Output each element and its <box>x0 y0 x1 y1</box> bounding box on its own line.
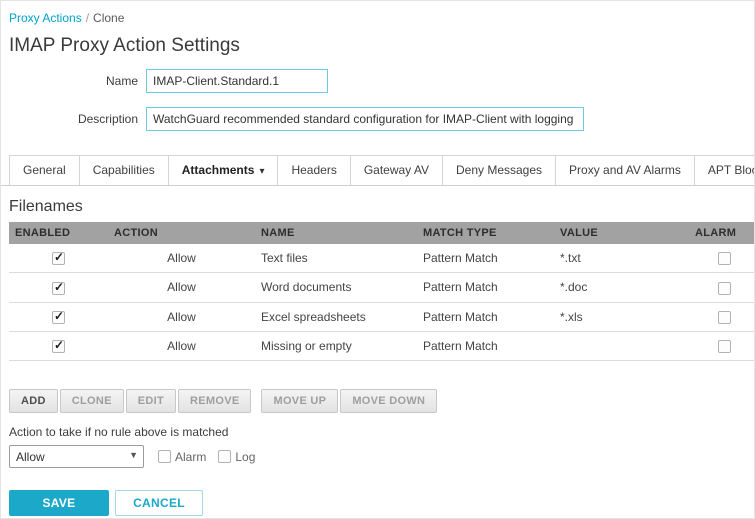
cell-match-type: Pattern Match <box>417 302 554 332</box>
default-action-label: Action to take if no rule above is match… <box>9 425 229 440</box>
column-header-value: VALUE <box>554 222 689 244</box>
default-alarm-label: Alarm <box>175 449 207 464</box>
tab-apt-blocker[interactable]: APT Blocker <box>694 155 754 185</box>
column-header-alarm: ALARM <box>689 222 754 244</box>
alarm-checkbox-cell <box>689 244 754 274</box>
table-row[interactable]: Allow Missing or empty Pattern Match <box>9 331 754 362</box>
column-header-match-type: MATCH TYPE <box>417 222 554 244</box>
table-row[interactable]: Allow Word documents Pattern Match *.doc <box>9 272 754 303</box>
name-input[interactable] <box>146 69 328 93</box>
default-log-group: Log <box>218 450 255 464</box>
tab-label: Attachments <box>181 163 255 177</box>
cell-name: Missing or empty <box>255 331 417 362</box>
tab-attachments[interactable]: Attachments ▾ <box>168 155 279 185</box>
chevron-down-icon: ▾ <box>259 166 265 177</box>
section-title-filenames: Filenames <box>9 198 83 215</box>
move-up-button[interactable]: MOVE UP <box>261 389 339 414</box>
page-title: IMAP Proxy Action Settings <box>9 35 240 56</box>
alarm-checkbox-cell <box>689 302 754 332</box>
cell-match-type: Pattern Match <box>417 244 554 274</box>
tab-label: Gateway AV <box>363 163 429 177</box>
name-row: Name <box>1 69 754 93</box>
default-action-select[interactable]: Allow <box>9 445 144 469</box>
edit-button[interactable]: EDIT <box>125 389 176 414</box>
column-header-enabled: ENABLED <box>9 222 108 244</box>
cell-action: Allow <box>108 331 255 362</box>
breadcrumb-separator: / <box>85 11 90 25</box>
table-header: ENABLEDACTIONNAMEMATCH TYPEVALUEALARMLOG <box>9 222 754 244</box>
alarm-checkbox-cell <box>689 331 754 362</box>
tab-label: Headers <box>291 163 337 177</box>
cell-name: Excel spreadsheets <box>255 302 417 332</box>
default-alarm-group: Alarm <box>158 450 206 464</box>
cell-name: Word documents <box>255 272 417 303</box>
column-header-action: ACTION <box>108 222 255 244</box>
enabled-checkbox[interactable] <box>52 280 65 295</box>
alarm-checkbox-cell <box>689 272 754 303</box>
cell-value: *.txt <box>554 244 689 274</box>
column-header-name: NAME <box>255 222 417 244</box>
tab-label: Proxy and AV Alarms <box>569 163 681 177</box>
rule-toolbar: ADD CLONE EDIT REMOVE MOVE UP MOVE DOWN <box>9 389 754 414</box>
tab-label: Deny Messages <box>455 163 543 177</box>
description-label: Description <box>77 112 138 126</box>
cancel-button[interactable]: CANCEL <box>115 490 203 517</box>
remove-button[interactable]: REMOVE <box>178 389 252 414</box>
enabled-checkbox[interactable] <box>52 309 65 324</box>
enabled-checkbox-cell <box>9 272 108 303</box>
save-button[interactable]: SAVE <box>9 490 109 517</box>
tab-label: APT Blocker <box>707 163 754 177</box>
name-label: Name <box>105 74 138 88</box>
cell-match-type: Pattern Match <box>417 272 554 303</box>
cell-value: *.doc <box>554 272 689 303</box>
tab-capabilities[interactable]: Capabilities <box>79 155 169 185</box>
footer-actions: SAVE CANCEL <box>9 490 754 517</box>
tab-general[interactable]: General <box>9 155 80 185</box>
cell-action: Allow <box>108 244 255 274</box>
enabled-checkbox-cell <box>9 244 108 274</box>
enabled-checkbox-cell <box>9 302 108 332</box>
settings-form: Name Description <box>1 69 754 131</box>
tab-deny-messages[interactable]: Deny Messages <box>442 155 557 185</box>
description-row: Description <box>1 107 754 131</box>
default-log-label: Log <box>235 449 256 464</box>
default-action-row: Allow ▼ Alarm Log <box>9 445 754 469</box>
alarm-checkbox[interactable] <box>717 252 731 266</box>
breadcrumb-current: Clone <box>93 11 125 25</box>
tab-bar: General Capabilities Attachments ▾ Headers Ga… <box>1 155 754 186</box>
cell-value: *.xls <box>554 302 689 332</box>
table-body: Allow Text files Pattern Match *.txt Allow Wo… <box>9 244 754 362</box>
default-alarm-checkbox[interactable] <box>158 450 171 464</box>
tab-label: General <box>23 163 66 177</box>
add-button[interactable]: ADD <box>9 389 58 414</box>
cell-value <box>554 331 689 362</box>
alarm-checkbox[interactable] <box>717 340 731 354</box>
tab-proxy-and-av-alarms[interactable]: Proxy and AV Alarms <box>556 155 695 185</box>
cell-action: Allow <box>108 302 255 332</box>
filenames-table: ENABLEDACTIONNAMEMATCH TYPEVALUEALARMLOG… <box>9 222 754 362</box>
table-row[interactable]: Allow Text files Pattern Match *.txt <box>9 244 754 274</box>
alarm-checkbox[interactable] <box>717 281 731 295</box>
cell-action: Allow <box>108 272 255 303</box>
clone-button[interactable]: CLONE <box>59 389 124 414</box>
table-row[interactable]: Allow Excel spreadsheets Pattern Match *.xl… <box>9 302 754 332</box>
enabled-checkbox-cell <box>9 331 108 362</box>
alarm-checkbox[interactable] <box>717 310 731 324</box>
table-header-row: ENABLEDACTIONNAMEMATCH TYPEVALUEALARMLOG <box>9 222 754 244</box>
default-log-checkbox[interactable] <box>218 450 232 464</box>
breadcrumb-proxy-actions-link[interactable]: Proxy Actions <box>9 11 82 25</box>
cell-name: Text files <box>255 244 417 274</box>
imap-proxy-settings-page: Proxy Actions / Clone IMAP Proxy Action Se… <box>0 0 755 519</box>
tab-label: Capabilities <box>92 163 155 177</box>
breadcrumb: Proxy Actions / Clone <box>9 11 754 25</box>
cell-match-type: Pattern Match <box>417 331 554 362</box>
description-input[interactable] <box>146 107 584 131</box>
enabled-checkbox[interactable] <box>52 338 65 354</box>
tab-headers[interactable]: Headers <box>278 155 351 185</box>
enabled-checkbox[interactable] <box>52 250 65 266</box>
move-down-button[interactable]: MOVE DOWN <box>340 389 438 414</box>
tab-gateway-av[interactable]: Gateway AV <box>350 155 443 185</box>
default-action-select-wrap: Allow ▼ <box>9 445 144 469</box>
